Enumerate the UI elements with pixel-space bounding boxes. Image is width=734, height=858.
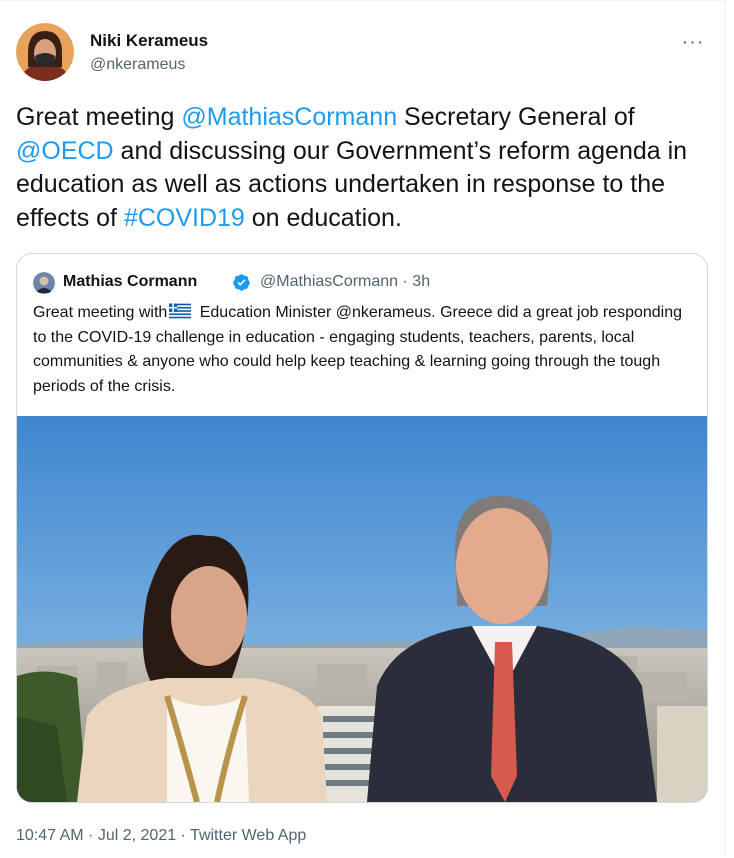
quoted-tweet-text: Great meeting with Education Minister @n… — [33, 301, 697, 399]
separator: · — [83, 827, 98, 844]
quoted-tweet-header: Mathias Cormann @MathiasCormann · 3h — [33, 272, 693, 294]
tweet-card: Niki Kerameus @nkerameus ··· Great meeti… — [0, 0, 726, 856]
tweet-date[interactable]: Jul 2, 2021 — [98, 827, 176, 844]
verified-badge-icon — [233, 274, 250, 291]
quoted-text-part: Great meeting with — [33, 304, 168, 321]
photo-image — [17, 416, 707, 802]
avatar[interactable] — [16, 23, 74, 81]
quoted-avatar — [33, 272, 55, 294]
tweet-text-part: on education. — [244, 203, 402, 232]
quoted-tweet-photo[interactable] — [17, 416, 707, 802]
hashtag-link[interactable]: #COVID19 — [124, 204, 245, 232]
tweet-time[interactable]: 10:47 AM — [16, 827, 84, 844]
quoted-author-name: Mathias Cormann — [63, 273, 198, 290]
mention-link[interactable]: @OECD — [16, 137, 114, 165]
author-name[interactable]: Niki Kerameus — [90, 31, 208, 51]
quoted-avatar-image — [33, 272, 55, 294]
mention-link[interactable]: @MathiasCormann — [181, 103, 397, 131]
more-options-icon[interactable]: ··· — [678, 27, 708, 57]
tweet-footer: 10:47 AM · Jul 2, 2021 · Twitter Web App — [16, 827, 306, 845]
quoted-tweet[interactable]: Mathias Cormann @MathiasCormann · 3h Gre… — [16, 253, 708, 803]
tweet-source[interactable]: Twitter Web App — [190, 827, 306, 844]
tweet-text-part: Secretary General of — [397, 103, 635, 131]
tweet-header: Niki Kerameus @nkerameus ··· — [16, 23, 716, 83]
greece-flag-icon — [169, 303, 192, 319]
author-handle[interactable]: @nkerameus — [90, 56, 185, 74]
tweet-text-part: Great meeting — [16, 103, 182, 131]
quoted-author-handle: @MathiasCormann · 3h — [260, 273, 431, 290]
avatar-image — [16, 23, 74, 81]
separator: · — [176, 827, 191, 844]
tweet-text: Great meeting @MathiasCormann Secretary … — [16, 101, 716, 235]
